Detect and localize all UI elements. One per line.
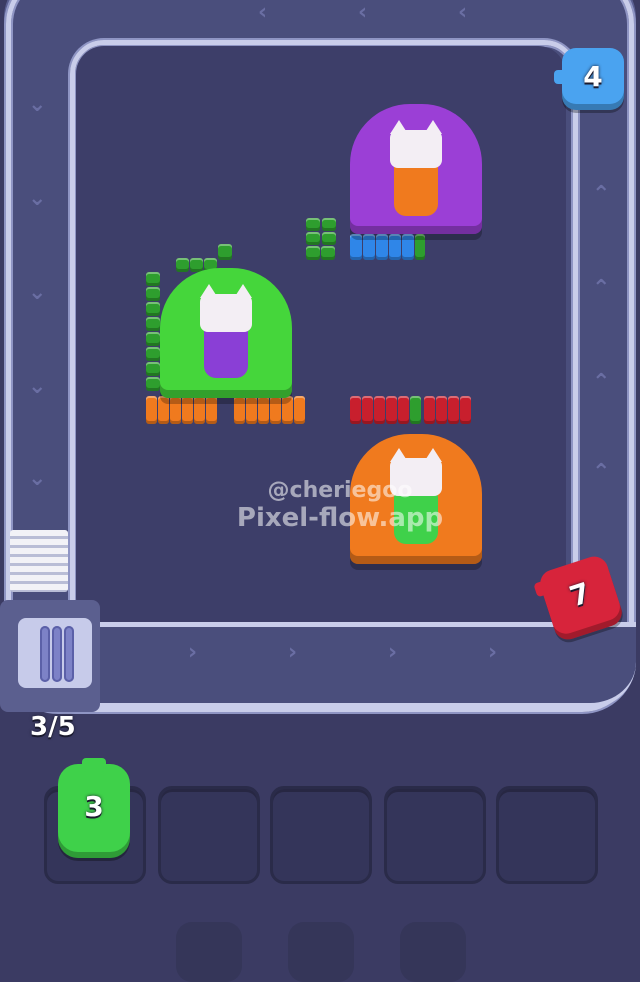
pixel-block (398, 396, 409, 424)
pixel-block (146, 396, 157, 424)
pixel-block (218, 244, 232, 260)
pixel-block (402, 234, 414, 260)
pixel-block (146, 272, 160, 286)
pixel-block (234, 396, 245, 424)
pixel-block (270, 396, 281, 424)
green-cave[interactable] (160, 268, 292, 398)
chevron-right-icon: › (288, 640, 298, 665)
ghost-slot (288, 922, 354, 982)
chevron-up-icon: ⌃ (592, 276, 611, 301)
pixel-block (448, 396, 459, 424)
ghost-slot (176, 922, 242, 982)
chevron-up-icon: ⌃ (592, 460, 611, 485)
tray-slot-5[interactable] (496, 786, 598, 884)
pixel-block (146, 362, 160, 376)
pixel-block (322, 218, 336, 231)
chevron-left-icon: ‹ (458, 0, 468, 25)
pixel-block (363, 234, 375, 260)
chevron-right-icon: › (488, 640, 498, 665)
watermark: @cheriegoo Pixel-flow.app (180, 478, 500, 533)
pixel-block (362, 396, 373, 424)
pixel-block (176, 258, 189, 272)
chevron-down-icon: ⌄ (28, 280, 47, 305)
chevron-up-icon: ⌃ (592, 370, 611, 395)
pixel-block (146, 332, 160, 346)
chevron-down-icon: ⌄ (28, 466, 47, 491)
chevron-left-icon: ‹ (358, 0, 368, 25)
dispenser-coil (52, 626, 62, 682)
pixel-block (306, 232, 320, 245)
watermark-handle: @cheriegoo (267, 478, 413, 503)
pixel-block (415, 234, 425, 260)
pixel-block (194, 396, 205, 424)
pixel-block (350, 396, 361, 424)
pixel-block (321, 246, 335, 260)
pixel-block (322, 232, 336, 245)
pixel-block (146, 302, 160, 316)
pixel-block (146, 317, 160, 331)
pig-count: 4 (583, 60, 603, 93)
pixel-block (306, 246, 320, 260)
pixel-block (410, 396, 421, 424)
chevron-right-icon: › (188, 640, 198, 665)
green-pig[interactable]: 3 (58, 758, 130, 858)
pixel-block (182, 396, 193, 424)
queue-counter: 3/5 (30, 712, 76, 742)
pixel-block (436, 396, 447, 424)
tray-slot-2[interactable] (158, 786, 260, 884)
pixel-block (294, 396, 305, 424)
pixel-block (282, 396, 293, 424)
pixel-block (206, 396, 217, 424)
pixel-block (376, 234, 388, 260)
pixel-block (170, 396, 181, 424)
dispenser-coil (64, 626, 74, 682)
blue-pig[interactable]: 4 (554, 48, 624, 110)
chevron-left-icon: ‹ (258, 0, 268, 25)
pixel-block (460, 396, 471, 424)
pixel-block (350, 234, 362, 260)
pixel-block (246, 396, 257, 424)
chevron-right-icon: › (388, 640, 398, 665)
pixel-block (389, 234, 401, 260)
pig-count: 3 (84, 790, 104, 823)
pixel-block (158, 396, 169, 424)
pixel-block (258, 396, 269, 424)
chevron-up-icon: ⌃ (592, 182, 611, 207)
tray-slot-4[interactable] (384, 786, 486, 884)
tray-slot-3[interactable] (270, 786, 372, 884)
pixel-block (374, 396, 385, 424)
pixel-block (146, 287, 160, 301)
pig-count: 7 (565, 575, 595, 614)
ghost-slot (400, 922, 466, 982)
pixel-block (424, 396, 435, 424)
conveyor-ramp (10, 530, 68, 592)
pixel-block (386, 396, 397, 424)
dispenser-coil (40, 626, 50, 682)
chevron-down-icon: ⌄ (28, 374, 47, 399)
purple-cave[interactable] (350, 104, 482, 234)
pixel-block (146, 347, 160, 361)
critter-face (390, 120, 442, 168)
pixel-block (306, 218, 320, 231)
critter-face (200, 284, 252, 332)
conveyor-bottom-lane (96, 622, 636, 708)
chevron-down-icon: ⌄ (28, 92, 47, 117)
chevron-down-icon: ⌄ (28, 186, 47, 211)
pig-ear (82, 758, 106, 772)
watermark-site: Pixel-flow.app (236, 503, 444, 533)
pixel-block (146, 377, 160, 391)
pig-dispenser (0, 600, 100, 712)
